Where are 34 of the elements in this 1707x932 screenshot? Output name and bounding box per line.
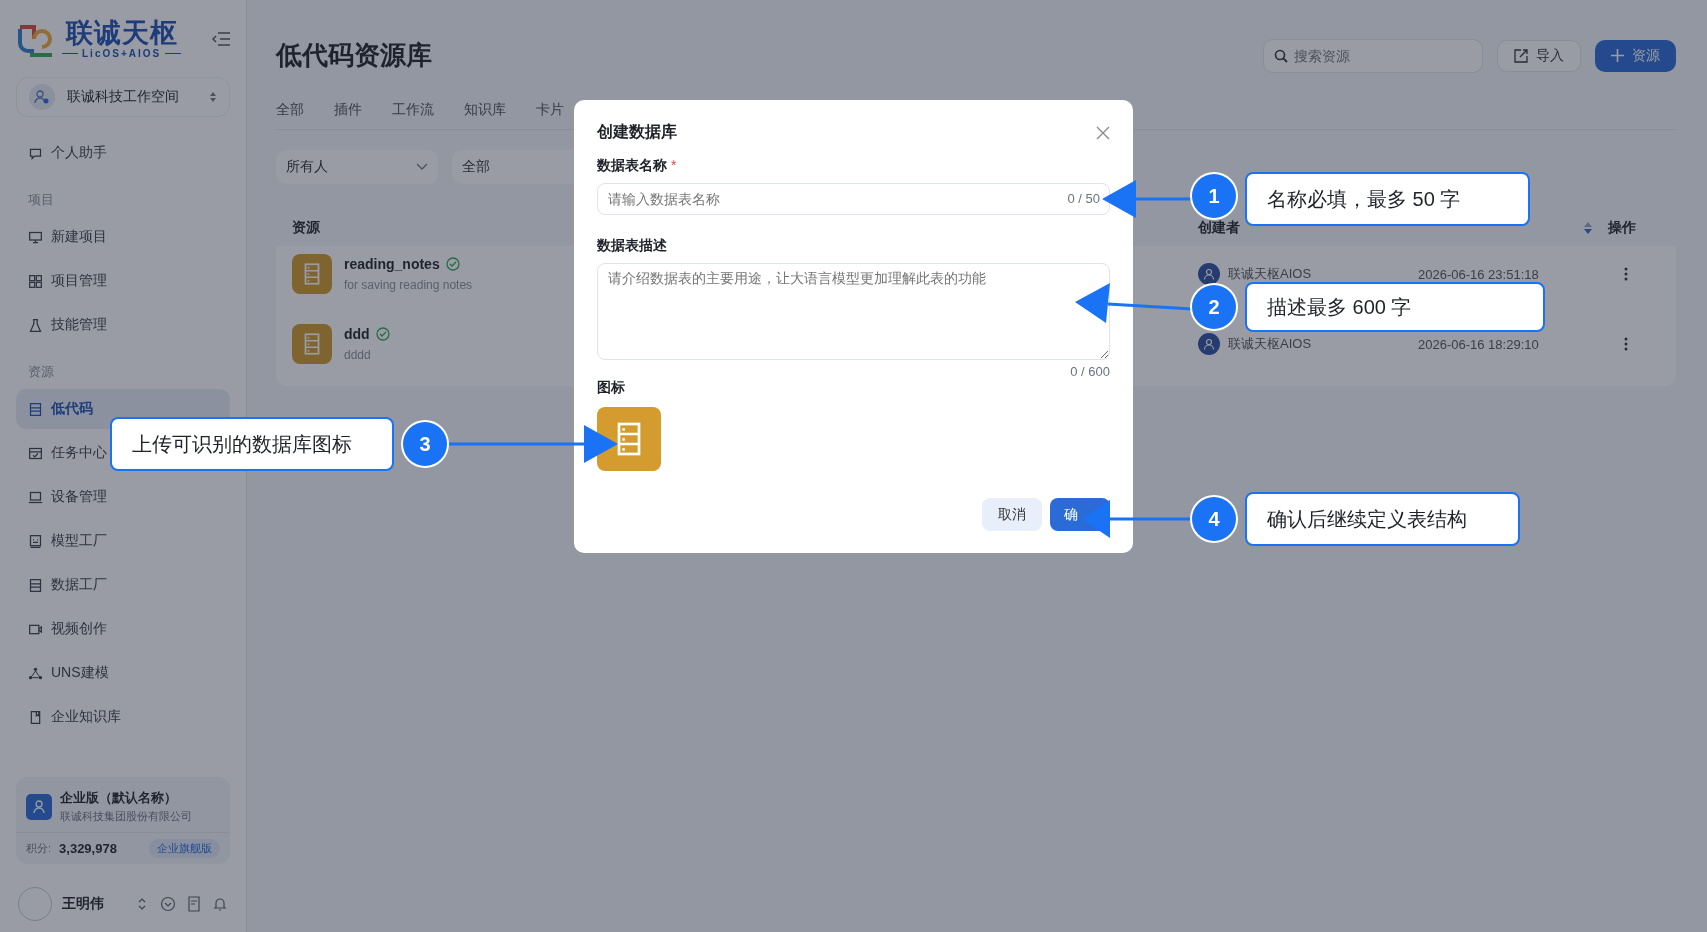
- nav-section-label: 项目: [27, 191, 55, 209]
- character-counter: 0 / 50: [1067, 191, 1100, 206]
- brand-tagline: LicOS+AIOS: [82, 48, 162, 59]
- creator-name: 联诚天枢AIOS: [1228, 335, 1312, 353]
- step-number-tooltip: 4: [1192, 497, 1236, 541]
- user-name: 王明伟: [62, 895, 105, 913]
- points-value: 3,329,978: [59, 841, 118, 856]
- created-time: 2026-06-16 18:29:10: [1418, 336, 1540, 352]
- column-header: 创建者: [1198, 218, 1240, 237]
- company-name: 联诚科技集团股份有限公司: [60, 809, 192, 824]
- step-number-tooltip: 1: [1192, 174, 1236, 218]
- step-number-tooltip: 3: [403, 422, 447, 466]
- column-header: 资源: [292, 218, 320, 237]
- callout-tooltip: 确认后继续定义表结构: [1245, 492, 1520, 546]
- field-label: 图标: [597, 379, 625, 397]
- callout-tooltip: 描述最多 600 字: [1245, 282, 1545, 332]
- nav-section-label: 资源: [27, 363, 55, 381]
- plan-name: 企业版（默认名称）: [60, 789, 178, 807]
- page-title: 低代码资源库: [276, 39, 432, 72]
- column-header: 操作: [1608, 218, 1636, 237]
- points-label: 积分:: [26, 841, 52, 856]
- resource-description: for saving reading notes: [344, 278, 473, 292]
- field-label: 数据表描述: [597, 237, 667, 255]
- brand-name: 联诚天枢: [65, 18, 178, 48]
- callout-tooltip: 名称必填，最多 50 字: [1245, 172, 1530, 226]
- callout-tooltip: 上传可识别的数据库图标: [110, 417, 394, 471]
- step-number-tooltip: 2: [1192, 285, 1236, 329]
- resource-description: dddd: [344, 348, 372, 362]
- created-time: 2026-06-16 23:51:18: [1418, 266, 1540, 282]
- character-counter: 0 / 600: [1070, 364, 1110, 379]
- creator-name: 联诚天枢AIOS: [1228, 265, 1312, 283]
- dialog-title: 创建数据库: [597, 122, 677, 142]
- required-mark: *: [671, 157, 677, 175]
- tier-tag: 企业旗舰版: [149, 839, 220, 858]
